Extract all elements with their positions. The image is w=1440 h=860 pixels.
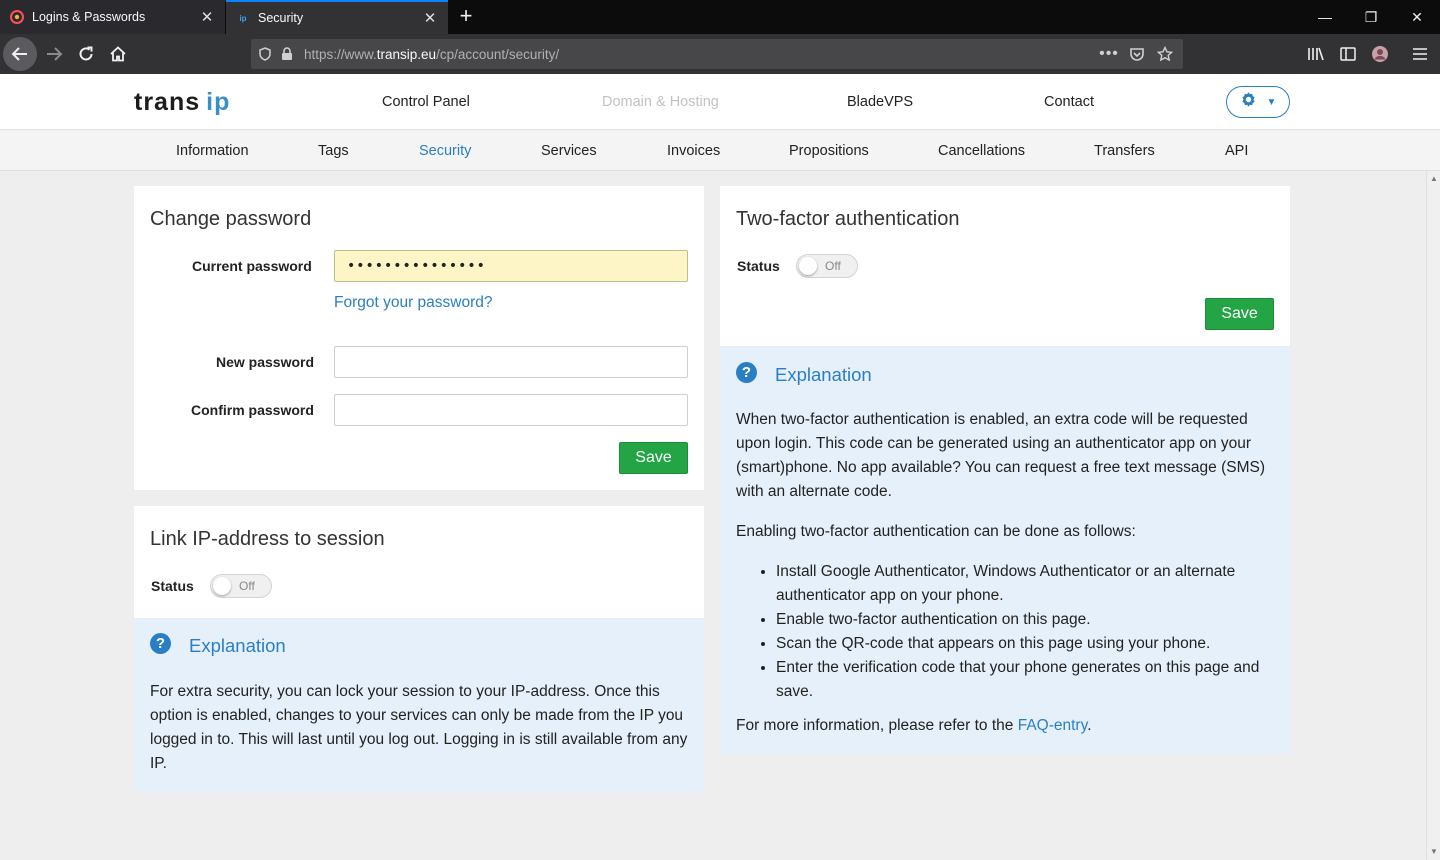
subnav-transfers[interactable]: Transfers	[1094, 143, 1155, 159]
bookmark-star-icon[interactable]	[1151, 43, 1179, 65]
two-factor-status-label: Status	[737, 258, 780, 274]
site-header: trans ip Control Panel Domain & Hosting B…	[0, 74, 1440, 130]
padlock-icon[interactable]	[276, 43, 298, 65]
explanation-paragraph-1: When two-factor authentication is enable…	[736, 411, 1266, 500]
page-scrollbar[interactable]: ▲ ▼	[1426, 171, 1440, 860]
hamburger-menu-icon[interactable]	[1404, 38, 1436, 70]
home-icon[interactable]	[102, 38, 134, 70]
back-arrow-icon[interactable]	[3, 37, 37, 71]
more-info-suffix: .	[1087, 717, 1092, 734]
settings-dropdown-button[interactable]: ▼	[1226, 86, 1290, 118]
account-sub-nav: Information Tags Security Services Invoi…	[0, 131, 1440, 171]
subnav-api[interactable]: API	[1225, 143, 1248, 159]
subnav-propositions[interactable]: Propositions	[789, 143, 869, 159]
help-question-icon: ?	[736, 362, 757, 383]
list-item: Enter the verification code that your ph…	[776, 656, 1276, 704]
subnav-cancellations[interactable]: Cancellations	[938, 143, 1025, 159]
new-password-label: New password	[216, 354, 315, 370]
new-password-input[interactable]	[334, 346, 688, 378]
explanation-title: Explanation	[775, 364, 872, 385]
panel-title: Two-factor authentication	[736, 208, 960, 230]
nav-domain-hosting[interactable]: Domain & Hosting	[602, 94, 719, 110]
tab-title: Security	[258, 11, 304, 25]
explanation-paragraph-2: Enabling two-factor authentication can b…	[736, 523, 1136, 540]
transip-logo[interactable]: trans ip	[134, 88, 230, 117]
change-password-panel: Change password Current password Forgot …	[134, 186, 704, 490]
current-password-input[interactable]	[334, 250, 688, 282]
list-item: Install Google Authenticator, Windows Au…	[776, 560, 1276, 608]
forward-arrow-icon[interactable]	[38, 38, 70, 70]
new-tab-plus-icon[interactable]: +	[454, 4, 478, 28]
list-item: Scan the QR-code that appears on this pa…	[776, 632, 1276, 656]
sidebar-icon[interactable]	[1332, 38, 1364, 70]
minimize-icon[interactable]: —	[1314, 6, 1336, 28]
two-factor-toggle[interactable]: Off	[796, 254, 858, 278]
account-avatar-icon[interactable]	[1364, 38, 1396, 70]
url-host: transip.eu	[376, 46, 437, 62]
confirm-password-input[interactable]	[334, 394, 688, 426]
window-close-icon[interactable]: ✕	[1406, 6, 1428, 28]
subnav-invoices[interactable]: Invoices	[667, 143, 720, 159]
nav-bladevps[interactable]: BladeVPS	[847, 94, 913, 110]
url-path: /cp/account/security/	[436, 46, 560, 62]
pocket-icon[interactable]	[1123, 43, 1151, 65]
link-ip-panel: Link IP-address to session Status Off	[134, 506, 704, 618]
more-info-prefix: For more information, please refer to th…	[736, 717, 1018, 734]
toggle-state-text: Off	[239, 579, 255, 593]
subnav-security[interactable]: Security	[419, 143, 471, 159]
forgot-password-link[interactable]: Forgot your password?	[334, 294, 493, 312]
link-ip-toggle[interactable]: Off	[210, 574, 272, 598]
confirm-password-label: Confirm password	[191, 402, 314, 418]
toggle-knob	[213, 577, 231, 595]
list-item: Enable two-factor authentication on this…	[776, 608, 1276, 632]
two-factor-panel: Two-factor authentication Status Off Sav…	[720, 186, 1290, 346]
save-two-factor-button[interactable]: Save	[1205, 298, 1274, 330]
browser-tabbar: Logins & Passwords ✕ ip Security ✕ + — ❐…	[0, 0, 1440, 34]
toggle-knob	[799, 257, 817, 275]
more-info-line: For more information, please refer to th…	[736, 714, 1276, 738]
current-password-label: Current password	[192, 258, 312, 274]
tab-title: Logins & Passwords	[32, 10, 146, 24]
close-icon[interactable]: ✕	[198, 8, 216, 26]
restore-icon[interactable]: ❐	[1360, 6, 1382, 28]
browser-tab-logins[interactable]: Logins & Passwords ✕	[0, 0, 225, 34]
nav-control-panel[interactable]: Control Panel	[382, 94, 470, 110]
shield-icon[interactable]	[254, 43, 276, 65]
subnav-tags[interactable]: Tags	[318, 143, 349, 159]
lock-favicon-icon	[9, 9, 25, 25]
panel-title: Change password	[150, 208, 312, 230]
gear-icon	[1240, 91, 1257, 113]
panel-title: Link IP-address to session	[150, 528, 385, 550]
url-prefix: https://www.	[304, 46, 377, 62]
caret-down-icon: ▼	[1266, 96, 1277, 108]
reload-icon[interactable]	[70, 38, 102, 70]
setup-steps-list: Install Google Authenticator, Windows Au…	[756, 560, 1276, 704]
logo-main-text: trans	[134, 88, 201, 116]
explanation-title: Explanation	[189, 635, 286, 656]
scroll-up-icon[interactable]: ▲	[1429, 174, 1439, 184]
faq-entry-link[interactable]: FAQ-entry	[1018, 717, 1087, 734]
subnav-information[interactable]: Information	[176, 143, 249, 159]
url-text[interactable]: https://www.transip.eu/cp/account/securi…	[304, 47, 1095, 62]
browser-tab-security[interactable]: ip Security ✕	[226, 0, 448, 34]
ip-status-label: Status	[151, 578, 194, 594]
transip-favicon-icon: ip	[239, 13, 247, 23]
toggle-state-text: Off	[825, 259, 841, 273]
save-password-button[interactable]: Save	[619, 442, 688, 474]
url-bar[interactable]: https://www.transip.eu/cp/account/securi…	[251, 39, 1183, 69]
library-icon[interactable]	[1300, 38, 1332, 70]
nav-contact[interactable]: Contact	[1044, 94, 1094, 110]
subnav-services[interactable]: Services	[541, 143, 597, 159]
link-ip-explanation: ? Explanation For extra security, you ca…	[134, 618, 704, 792]
explanation-text: For extra security, you can lock your se…	[150, 683, 688, 772]
browser-navbar: https://www.transip.eu/cp/account/securi…	[0, 34, 1440, 74]
close-icon[interactable]: ✕	[421, 9, 439, 27]
logo-accent-text: ip	[206, 88, 231, 116]
help-question-icon: ?	[150, 633, 171, 654]
more-actions-icon[interactable]: •••	[1095, 43, 1123, 65]
scroll-down-icon[interactable]: ▼	[1429, 847, 1439, 857]
two-factor-explanation: ? Explanation When two-factor authentica…	[720, 346, 1290, 754]
